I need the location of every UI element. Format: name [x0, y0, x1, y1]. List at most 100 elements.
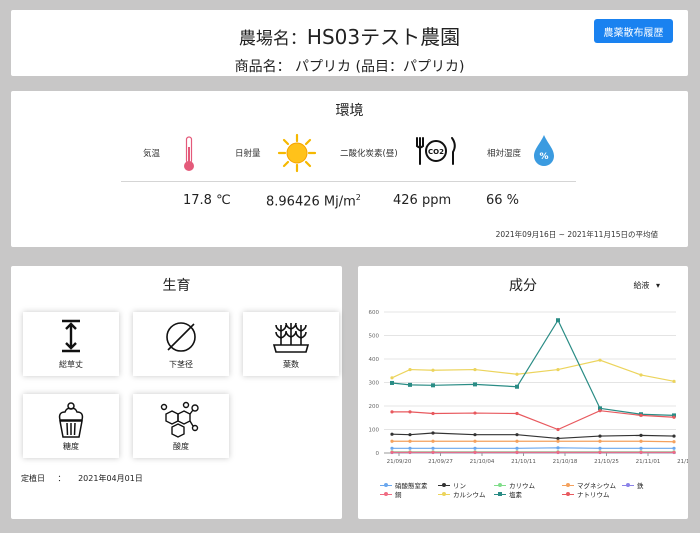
y-tick-label: 400	[369, 357, 380, 363]
data-point	[408, 367, 412, 372]
legend-item[interactable]: 鉄	[622, 480, 644, 490]
x-tick-label: 21/11/08	[677, 459, 688, 465]
data-point	[639, 433, 643, 437]
data-point	[672, 434, 676, 438]
x-tick-label: 21/09/27	[428, 459, 453, 465]
planting-date-value: 2021年04月01日	[78, 474, 143, 483]
data-point	[515, 446, 519, 450]
data-point	[556, 318, 560, 323]
environment-title: 環境	[335, 103, 364, 119]
data-point	[431, 446, 435, 450]
legend-item[interactable]: カルシウム	[438, 489, 486, 499]
acidity-tile[interactable]: 酸度	[133, 394, 229, 458]
data-point	[473, 367, 477, 372]
component-source-select[interactable]: 給液 ▾	[633, 280, 660, 291]
x-tick-label: 21/10/25	[594, 459, 619, 465]
data-point	[408, 410, 412, 414]
diameter-icon	[166, 322, 196, 352]
molecule-icon	[160, 401, 199, 438]
legend-item[interactable]: ナトリウム	[562, 489, 610, 499]
components-card: 0 100 200 300 400 500 600 21/09/20 21/09/27 21/10…	[358, 266, 688, 519]
humidity-label: 相対湿度	[487, 149, 522, 159]
legend-label: ナトリウム	[577, 491, 610, 499]
data-point	[408, 433, 412, 437]
sugar-content-tile-label: 糖度	[63, 442, 79, 451]
data-point	[639, 450, 643, 454]
y-tick-label: 500	[369, 334, 380, 340]
data-point	[390, 446, 394, 450]
data-point	[408, 439, 412, 443]
data-point	[598, 434, 602, 438]
legend-marker	[494, 491, 506, 497]
data-point	[556, 436, 560, 441]
data-point	[473, 450, 477, 454]
data-point	[515, 439, 519, 443]
data-point	[408, 450, 412, 454]
x-tick-label: 21/10/04	[470, 459, 495, 465]
co2-dining-icon: CO2	[416, 137, 456, 165]
data-point	[473, 439, 477, 443]
height-tile-label: 総草丈	[59, 360, 83, 369]
leaves-icon	[272, 322, 310, 353]
planting-date-separator: ：	[57, 474, 66, 483]
data-point	[390, 450, 394, 454]
environment-divider	[121, 181, 576, 182]
product-line: 商品名： パプリカ (品目：パプリカ)	[234, 59, 465, 75]
humidity-value: 66 %	[486, 193, 520, 208]
data-point	[639, 446, 643, 450]
data-point	[598, 439, 602, 443]
stem-diameter-tile[interactable]: 下茎径	[133, 312, 229, 376]
data-point	[556, 450, 560, 454]
data-point	[556, 367, 560, 372]
stem-diameter-tile-label: 下茎径	[169, 360, 193, 369]
growth-title: 生育	[162, 278, 191, 294]
farm-label: 農場名：	[238, 29, 307, 49]
legend-label: 銅	[395, 491, 402, 499]
temperature-label: 気温	[143, 149, 161, 159]
sugar-content-tile[interactable]: 糖度	[23, 394, 119, 458]
data-point	[598, 409, 602, 413]
data-point	[515, 433, 519, 437]
legend-marker	[562, 482, 574, 488]
spray-history-button[interactable]: 農薬散布履歴	[594, 19, 673, 43]
x-tick-label: 21/11/01	[636, 459, 661, 465]
farm-name: HS03テスト農園	[306, 25, 461, 49]
legend-marker	[622, 482, 634, 488]
x-tick-label: 21/10/11	[511, 459, 536, 465]
farm-header-card: 農場名：HS03テスト農園 商品名： パプリカ (品目：パプリカ) 農薬散布履歴	[11, 10, 688, 76]
temperature-value: 17.8 ℃	[183, 193, 231, 208]
data-point	[556, 439, 560, 443]
leaf-count-tile[interactable]: 葉数	[243, 312, 339, 376]
data-point	[431, 368, 435, 372]
series-line	[391, 318, 675, 416]
data-point	[431, 439, 435, 443]
data-point	[556, 446, 560, 450]
co2-value: 426 ppm	[393, 193, 452, 208]
period-note: 2021年09月16日 ~ 2021年11月15日の平均値	[495, 230, 658, 239]
data-point	[515, 450, 519, 454]
legend-item[interactable]: 塩素	[494, 489, 522, 499]
svg-text:CO2: CO2	[428, 148, 444, 156]
height-tile[interactable]: 総草丈	[23, 312, 119, 376]
y-tick-label: 200	[369, 404, 380, 410]
data-point	[598, 446, 602, 450]
data-point	[431, 431, 435, 435]
data-point	[473, 433, 477, 437]
data-point	[556, 427, 560, 432]
farm-title: 農場名：HS03テスト農園	[11, 21, 688, 50]
data-point	[390, 410, 394, 414]
data-point	[672, 379, 676, 383]
planting-date-label: 定植日	[21, 474, 45, 483]
data-point	[390, 432, 394, 436]
data-point	[515, 372, 519, 376]
data-point	[473, 411, 477, 415]
solar-label: 日射量	[235, 149, 261, 159]
data-point	[672, 446, 676, 450]
data-point	[672, 415, 676, 419]
legend-item[interactable]: 銅	[380, 489, 402, 499]
humidity-drop-icon: %	[534, 135, 554, 166]
data-point	[672, 450, 676, 454]
solar-value: 8.96426 Mj/m2	[266, 193, 361, 210]
planting-date-row: 定植日 ： 2021年04月01日	[21, 473, 143, 484]
data-point	[390, 380, 394, 385]
